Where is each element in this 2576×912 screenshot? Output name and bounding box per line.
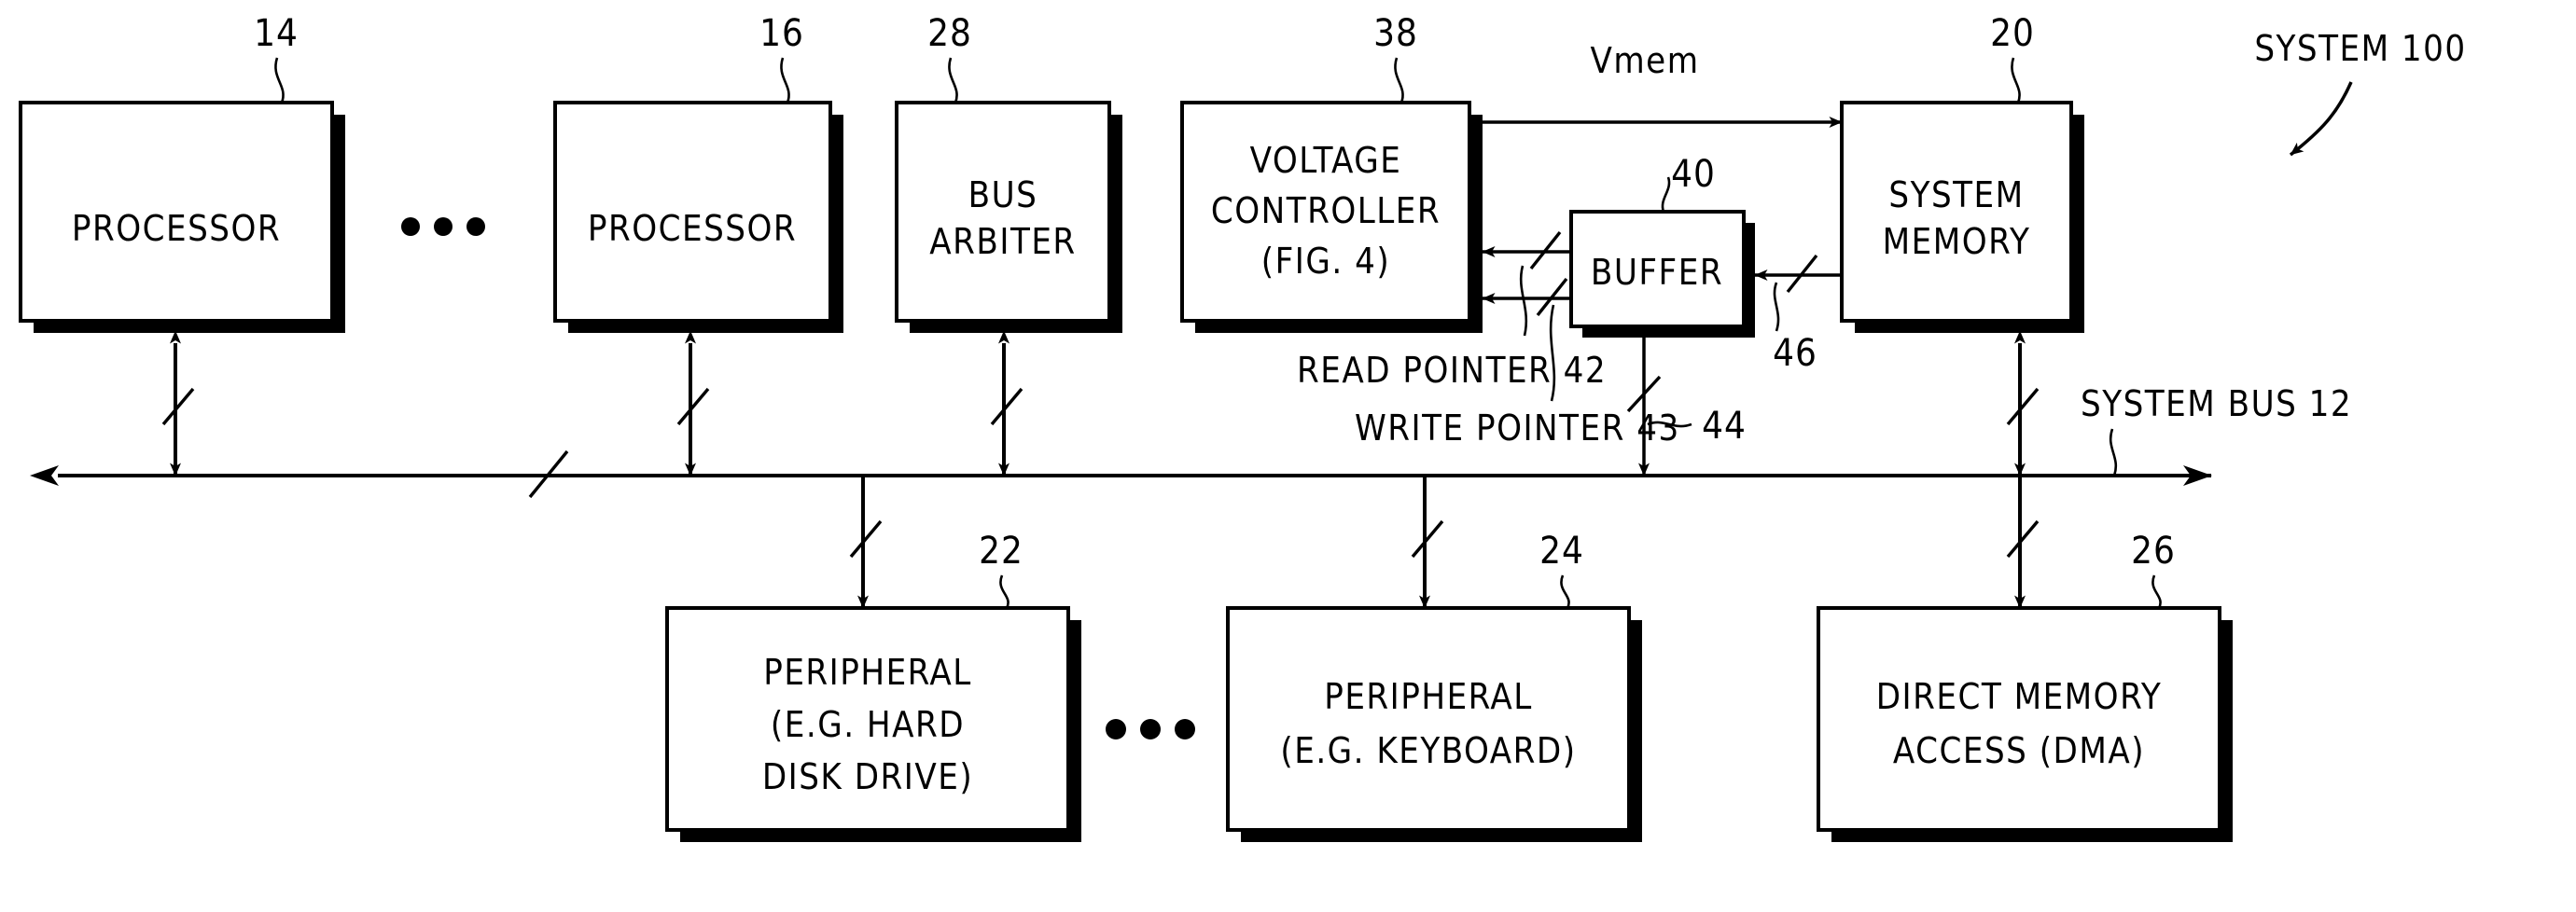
bus-connector-processor-2 — [676, 330, 710, 477]
block-label: (E.G. KEYBOARD) — [1280, 730, 1576, 771]
block-label: (FIG. 4) — [1261, 241, 1390, 282]
block-label: CONTROLLER — [1211, 190, 1441, 231]
block-label: SYSTEM — [1888, 174, 2024, 215]
ref-callout-22: 22 — [979, 530, 1023, 609]
block-label: PERIPHERAL — [1324, 676, 1533, 717]
page-title: SYSTEM 100 — [2254, 28, 2466, 69]
ref-number: 28 — [927, 12, 972, 55]
system-bus-callout: SYSTEM BUS 12 — [2081, 383, 2352, 477]
ellipsis-bottom — [1106, 719, 1195, 739]
system-bus-line — [30, 449, 2212, 499]
bus-connector-bus-arbiter — [990, 330, 1023, 477]
block-peripheral-hdd: PERIPHERAL (E.G. HARD DISK DRIVE) — [665, 606, 1081, 842]
ref-number: 14 — [254, 12, 299, 55]
ref-callout-24: 24 — [1539, 530, 1584, 609]
ref-callout-20: 20 — [1990, 12, 2035, 104]
write-pointer-label: WRITE POINTER 43 — [1355, 408, 1680, 449]
ref-callout-38: 38 — [1373, 12, 1418, 104]
ref-callout-40: 40 — [1661, 153, 1716, 213]
ref-number: 44 — [1702, 405, 1747, 448]
block-voltage-controller: VOLTAGE CONTROLLER (FIG. 4) — [1180, 101, 1483, 333]
block-label: VOLTAGE — [1250, 140, 1402, 181]
read-pointer-label: READ POINTER 42 — [1297, 350, 1607, 391]
block-system-memory: SYSTEM MEMORY — [1840, 101, 2084, 333]
buffer-to-bus-signal: 44 — [1626, 338, 1747, 477]
ref-number: 38 — [1373, 12, 1418, 55]
ref-callout-16: 16 — [759, 12, 804, 104]
ref-number: 40 — [1671, 153, 1716, 196]
block-processor-2: PROCESSOR — [553, 101, 843, 333]
bus-connector-dma — [2006, 476, 2040, 609]
bus-connector-system-memory — [2006, 330, 2040, 477]
memory-to-buffer-signal: 46 — [1754, 254, 1842, 375]
ref-number: 46 — [1773, 332, 1817, 375]
ref-number: 24 — [1539, 530, 1584, 573]
block-label: PERIPHERAL — [763, 652, 972, 693]
vmem-signal: Vmem — [1483, 40, 1843, 128]
block-label: DIRECT MEMORY — [1876, 676, 2163, 717]
bus-connector-peripheral-hdd — [849, 476, 883, 609]
ref-number: 26 — [2131, 530, 2176, 573]
bus-connector-processor-1 — [161, 330, 195, 477]
system-title-callout: SYSTEM 100 — [2254, 28, 2466, 157]
ellipsis-top — [401, 217, 485, 236]
block-label: MEMORY — [1883, 221, 2031, 262]
ref-number: 20 — [1990, 12, 2035, 55]
bus-connector-peripheral-kbd — [1411, 476, 1444, 609]
ref-callout-28: 28 — [927, 12, 972, 104]
ref-number: 22 — [979, 530, 1023, 573]
read-pointer-signal — [1482, 230, 1571, 337]
block-label: BUS — [968, 174, 1038, 215]
vmem-label: Vmem — [1590, 40, 1699, 81]
block-label: PROCESSOR — [588, 208, 797, 249]
block-dma: DIRECT MEMORY ACCESS (DMA) — [1817, 606, 2233, 842]
ref-callout-26: 26 — [2131, 530, 2176, 609]
system-bus-label: SYSTEM BUS 12 — [2081, 383, 2352, 424]
block-label: PROCESSOR — [72, 208, 281, 249]
ref-number: 16 — [759, 12, 804, 55]
block-label: ARBITER — [929, 221, 1076, 262]
block-label: ACCESS (DMA) — [1893, 730, 2145, 771]
block-processor-1: PROCESSOR — [19, 101, 345, 333]
block-label: (E.G. HARD — [771, 704, 965, 745]
ref-callout-14: 14 — [254, 12, 299, 104]
block-bus-arbiter: BUS ARBITER — [895, 101, 1122, 333]
block-label: BUFFER — [1591, 252, 1723, 293]
patent-figure: PROCESSOR 14 PROCESSOR 16 BUS ARBITER 28… — [0, 0, 2576, 912]
block-label: DISK DRIVE) — [762, 756, 973, 797]
block-peripheral-kbd: PERIPHERAL (E.G. KEYBOARD) — [1226, 606, 1642, 842]
block-buffer: BUFFER — [1569, 210, 1755, 338]
